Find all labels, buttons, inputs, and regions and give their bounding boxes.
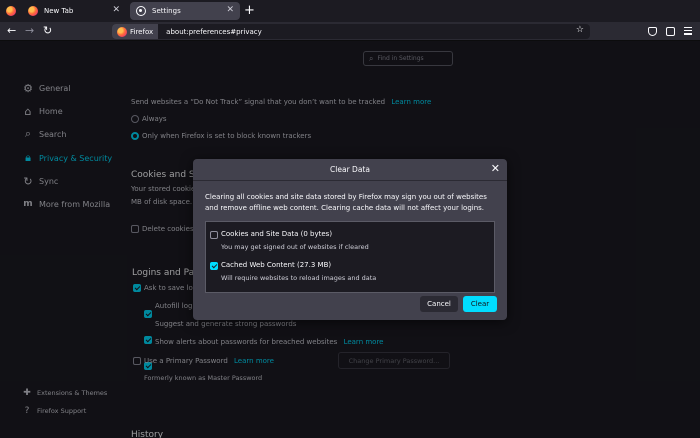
cookies-site-data-desc: You may get signed out of websites if cl…	[221, 243, 369, 251]
close-icon[interactable]: ✕	[226, 5, 234, 15]
cached-web-content-checkbox[interactable]	[210, 262, 218, 270]
gear-icon	[136, 6, 146, 16]
cached-web-content-label: Cached Web Content (27.3 MB)	[221, 261, 332, 269]
tab-new-tab[interactable]: New Tab ✕	[22, 2, 126, 20]
tab-label: New Tab	[44, 7, 74, 15]
url-bar[interactable]: Firefox about:preferences#privacy ☆	[112, 24, 590, 39]
forward-button[interactable]: →	[25, 24, 34, 38]
cookies-site-data-checkbox[interactable]	[210, 231, 218, 239]
firefox-logo-icon	[117, 26, 127, 37]
close-icon[interactable]: ✕	[112, 5, 120, 15]
dialog-description: Clearing all cookies and site data store…	[205, 193, 487, 212]
menu-icon[interactable]	[684, 27, 692, 35]
clear-button[interactable]: Clear	[463, 296, 497, 312]
bookmark-star-icon[interactable]: ☆	[576, 25, 584, 35]
dialog-title: Clear Data	[330, 165, 370, 174]
clear-options-box: Cookies and Site Data (0 bytes) You may …	[205, 221, 495, 293]
cached-web-content-desc: Will require websites to reload images a…	[221, 274, 377, 282]
identity-box[interactable]: Firefox	[112, 24, 159, 39]
reload-button[interactable]: ↻	[43, 24, 52, 38]
back-button[interactable]: ←	[7, 24, 16, 38]
firefox-logo-icon	[28, 6, 38, 16]
cancel-button[interactable]: Cancel	[420, 296, 458, 312]
extensions-icon[interactable]	[666, 27, 675, 36]
tab-strip: New Tab ✕ Settings ✕ +	[0, 0, 700, 22]
clear-data-dialog: Clear Data ✕ Clearing all cookies and si…	[193, 159, 507, 320]
dialog-separator	[193, 180, 507, 181]
new-tab-button[interactable]: +	[244, 3, 255, 18]
identity-label: Firefox	[130, 27, 154, 36]
tab-label: Settings	[152, 7, 181, 15]
url-text[interactable]: about:preferences#privacy	[166, 28, 262, 36]
pocket-icon[interactable]	[648, 27, 657, 36]
cookies-site-data-label: Cookies and Site Data (0 bytes)	[221, 230, 333, 238]
close-icon[interactable]: ✕	[491, 162, 500, 175]
firefox-logo-icon	[6, 6, 16, 16]
tab-settings[interactable]: Settings ✕	[130, 2, 240, 20]
